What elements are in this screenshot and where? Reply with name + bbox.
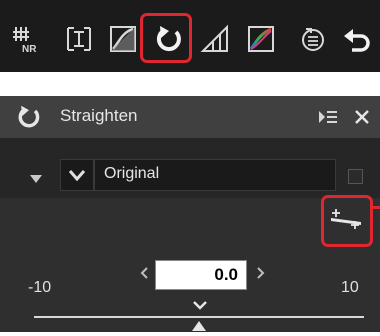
panel-menu-icon[interactable] xyxy=(318,109,338,130)
slider-thumb[interactable] xyxy=(192,318,206,336)
highlight-box-auto-straighten xyxy=(321,195,373,247)
noise-reduction-icon[interactable]: NR xyxy=(8,20,46,58)
perspective-control-icon[interactable] xyxy=(60,20,98,58)
panel-title: Straighten xyxy=(60,106,138,125)
color-balance-icon[interactable] xyxy=(242,20,280,58)
increment-arrow-icon[interactable] xyxy=(257,266,265,284)
highlight-box-straighten xyxy=(140,13,192,63)
enable-checkbox[interactable] xyxy=(348,169,363,184)
callout-line xyxy=(373,206,380,209)
crop-icon[interactable] xyxy=(196,20,234,58)
undo-icon[interactable] xyxy=(338,20,376,58)
decrement-arrow-icon[interactable] xyxy=(140,266,148,284)
straighten-icon xyxy=(16,104,42,135)
chevron-down-icon xyxy=(69,170,85,181)
close-icon[interactable] xyxy=(354,109,370,130)
angle-value-field[interactable]: 0.0 xyxy=(155,260,247,290)
levels-curves-icon[interactable] xyxy=(104,20,142,58)
svg-text:NR: NR xyxy=(22,44,37,54)
preset-dropdown-toggle[interactable] xyxy=(60,159,94,191)
angle-value: 0.0 xyxy=(214,265,238,284)
slider-max-label: 10 xyxy=(341,279,359,296)
collapse-triangle-icon[interactable] xyxy=(30,170,42,188)
panel-header: Straighten xyxy=(0,96,380,138)
adjustment-history-icon[interactable] xyxy=(294,20,332,58)
slider-min-label: -10 xyxy=(28,279,52,296)
default-marker-icon xyxy=(193,297,207,315)
preset-selected-label: Original xyxy=(104,165,160,182)
